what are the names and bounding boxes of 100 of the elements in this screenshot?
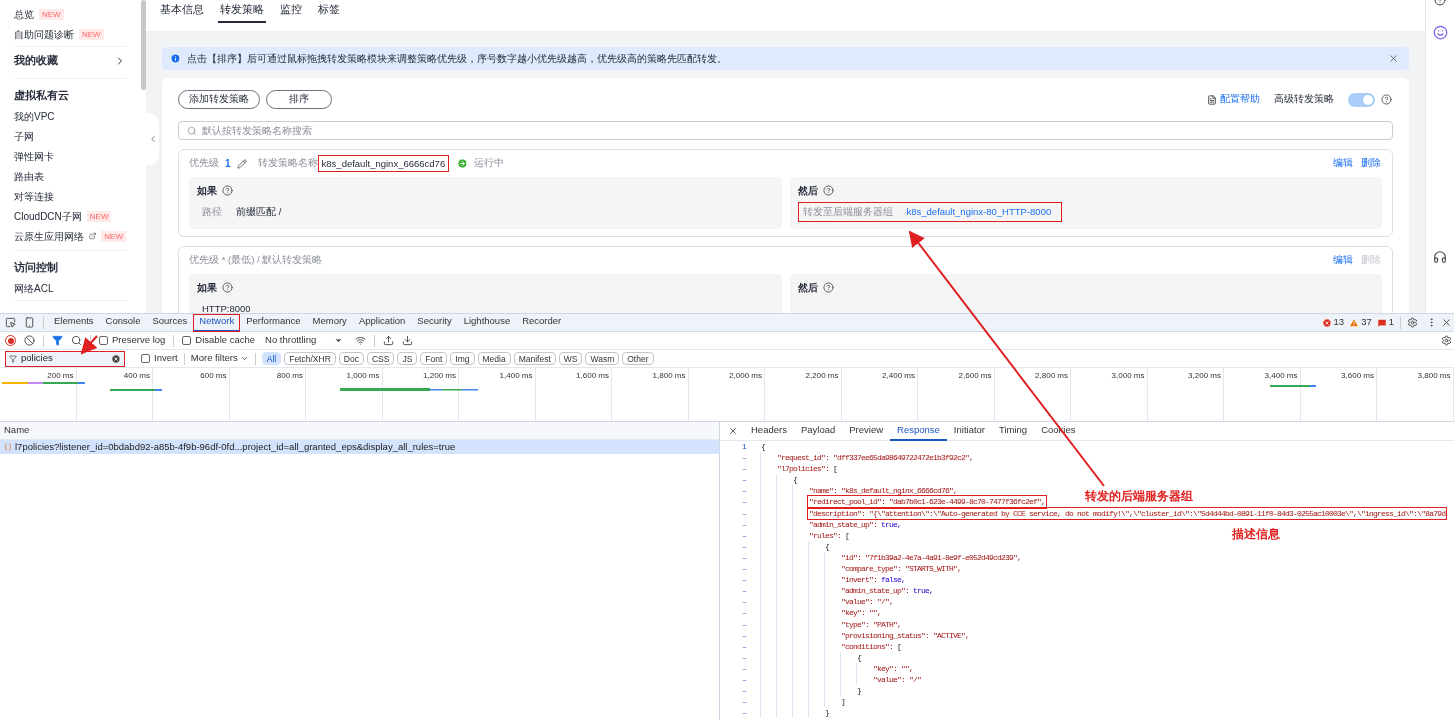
json-line: } xyxy=(856,685,862,697)
help-link[interactable]: 配置帮助 xyxy=(1220,92,1260,107)
devtools-tab[interactable]: Performance xyxy=(240,313,307,332)
filter-input[interactable]: policies xyxy=(21,351,101,366)
timeline-tick-label: 1,400 ms xyxy=(499,370,533,382)
pool-link[interactable]: k8s_default_nginx-80_HTTP-8000 xyxy=(906,205,1058,220)
devtools-tab[interactable]: Console xyxy=(99,313,147,332)
devtools-tab[interactable]: Network xyxy=(193,313,241,332)
type-filter-chip[interactable]: Fetch/XHR xyxy=(284,352,336,365)
line-number: – xyxy=(741,452,746,464)
devtools-tab[interactable]: Memory xyxy=(306,313,353,332)
type-filter-chip[interactable]: Img xyxy=(450,352,475,365)
sidebar-item[interactable]: 自助问题诊断 xyxy=(14,26,74,42)
json-line: "compare_type": "STARTS_WITH", xyxy=(840,563,963,575)
type-filter-chip[interactable]: Manifest xyxy=(513,352,556,365)
type-filter-chip[interactable]: All xyxy=(261,352,282,365)
devtools-tab[interactable]: Security xyxy=(411,313,458,332)
sidebar-item[interactable]: 路由表 xyxy=(14,168,44,184)
collapse-handle[interactable] xyxy=(146,113,159,165)
settings-icon[interactable] xyxy=(1441,335,1452,346)
policy-name-label: 转发策略名称 xyxy=(257,156,318,171)
detail-tab[interactable]: Initiator xyxy=(946,422,992,441)
warning-count[interactable]: 37 xyxy=(1361,315,1372,330)
help-icon[interactable] xyxy=(222,281,233,293)
help-icon[interactable] xyxy=(822,184,834,196)
type-filter-chip[interactable]: WS xyxy=(558,352,583,365)
sidebar-item[interactable]: 云原生应用网络 xyxy=(14,228,84,244)
help-icon[interactable] xyxy=(222,184,233,196)
type-filter-chip[interactable]: JS xyxy=(397,352,418,365)
json-line: { xyxy=(856,651,862,663)
page-tab[interactable]: 监控 xyxy=(278,0,304,23)
checkbox[interactable] xyxy=(182,336,192,345)
type-filter-chip[interactable]: Font xyxy=(420,352,448,365)
document-icon xyxy=(1207,94,1217,105)
sidebar-section-heading: 访问控制 xyxy=(14,260,58,276)
type-filter-chip[interactable]: Doc xyxy=(338,352,364,365)
page-tab[interactable]: 基本信息 xyxy=(158,0,206,23)
devtools-tab[interactable]: Lighthouse xyxy=(457,313,517,332)
search-icon[interactable] xyxy=(71,335,82,346)
devtools-tab[interactable]: Elements xyxy=(48,313,100,332)
issue-count[interactable]: 1 xyxy=(1388,315,1394,330)
type-filter-chip[interactable]: Media xyxy=(477,352,511,365)
type-filter-chip[interactable]: Other xyxy=(622,352,654,365)
timeline-tick-label: 200 ms xyxy=(47,370,74,382)
search-input[interactable]: 默认按转发策略名称搜索 xyxy=(202,123,1384,138)
sidebar-item[interactable]: 我的VPC xyxy=(14,108,55,124)
scrollbar[interactable] xyxy=(141,0,146,90)
filter-field[interactable]: policies xyxy=(5,350,125,367)
caret-icon xyxy=(334,336,344,345)
sidebar-item[interactable]: 网络ACL xyxy=(14,280,54,296)
action-link[interactable]: 编辑 xyxy=(1333,253,1353,268)
sidebar-item[interactable]: 弹性网卡 xyxy=(14,148,54,164)
sidebar-item[interactable]: CloudDCN子网 xyxy=(14,208,82,224)
smiley-icon[interactable] xyxy=(1432,25,1448,40)
upload-icon[interactable] xyxy=(383,335,395,346)
devtools-tab[interactable]: Sources xyxy=(146,313,194,332)
clear-icon[interactable] xyxy=(24,335,35,346)
throttling-dropdown[interactable]: No throttling xyxy=(265,333,344,348)
devtools-tab[interactable]: Application xyxy=(352,313,412,332)
panel-title: 如果 xyxy=(197,183,217,198)
action-link[interactable]: 编辑 xyxy=(1333,156,1353,171)
checkbox[interactable] xyxy=(141,354,150,363)
line-number: – xyxy=(741,662,746,674)
close-icon[interactable] xyxy=(1441,317,1452,328)
action-link[interactable]: 删除 xyxy=(1361,156,1381,171)
filter-icon[interactable] xyxy=(52,335,63,346)
device-toolbar-icon[interactable] xyxy=(24,317,35,328)
error-count[interactable]: 13 xyxy=(1333,315,1345,330)
clear-filter-icon[interactable] xyxy=(111,353,121,364)
help-icon[interactable] xyxy=(822,281,834,293)
help-icon[interactable] xyxy=(1381,94,1392,105)
page-tab[interactable]: 标签 xyxy=(316,0,342,23)
sidebar-item[interactable]: 总览 xyxy=(14,6,34,22)
detail-tab[interactable]: Preview xyxy=(842,422,891,441)
type-filter-chip[interactable]: CSS xyxy=(366,352,395,365)
download-icon[interactable] xyxy=(402,335,414,346)
detail-tab[interactable]: Headers xyxy=(744,422,794,441)
search-field[interactable]: 默认按转发策略名称搜索 xyxy=(178,121,1393,140)
page-tab[interactable]: 转发策略 xyxy=(218,0,266,23)
more-filters-dropdown[interactable]: More filters xyxy=(190,351,249,366)
toggle-switch[interactable] xyxy=(1348,92,1375,107)
detail-tab[interactable]: Timing xyxy=(992,422,1035,441)
detail-tab[interactable]: Response xyxy=(890,422,947,441)
request-row[interactable]: l7policies?listener_id=0bdabd92-a85b-4f9b-96df-0fd...project_id=all_granted_eps&display_all_rules=true xyxy=(0,440,719,454)
edit-icon[interactable] xyxy=(236,158,247,169)
json-line: "name": "k8s_default_nginx_6666cd76", xyxy=(808,485,959,497)
line-number: – xyxy=(741,474,746,486)
sidebar-item[interactable]: 子网 xyxy=(14,128,34,144)
inspect-icon[interactable] xyxy=(5,317,16,328)
close-icon[interactable] xyxy=(1388,53,1399,64)
network-conditions-icon[interactable] xyxy=(355,335,367,346)
settings-icon[interactable] xyxy=(1407,317,1418,328)
checkbox[interactable] xyxy=(99,336,108,345)
devtools-tab[interactable]: Recorder xyxy=(516,313,568,332)
sidebar-item[interactable]: 对等连接 xyxy=(14,188,54,204)
close-icon[interactable] xyxy=(728,426,738,436)
detail-tab[interactable]: Payload xyxy=(793,422,843,441)
favorites-heading[interactable]: 我的收藏 xyxy=(14,52,58,69)
headset-icon[interactable] xyxy=(1433,250,1447,264)
type-filter-chip[interactable]: Wasm xyxy=(585,352,620,365)
